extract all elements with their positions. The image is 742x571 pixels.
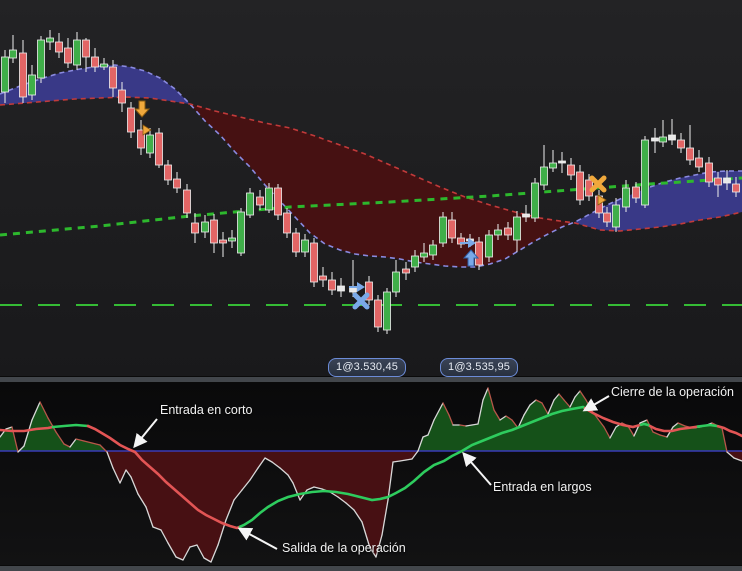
candle-body-g xyxy=(237,211,245,254)
panel-divider-edge2 xyxy=(0,382,742,383)
candle-body-r xyxy=(576,171,584,201)
candle-body-r xyxy=(210,219,218,244)
candle-body-r xyxy=(109,66,117,89)
candle-body-g xyxy=(28,74,36,96)
candle-body-g xyxy=(46,37,54,43)
candle-body-r xyxy=(91,56,99,68)
candle-body-r xyxy=(567,164,575,176)
candle-body-g xyxy=(549,162,557,169)
candle-body-r xyxy=(448,219,456,239)
candle-body-g xyxy=(146,134,154,154)
bottom-bar xyxy=(0,566,742,571)
candle-body-g xyxy=(513,216,521,241)
candle-body-r xyxy=(705,162,713,183)
signal-line-long xyxy=(51,423,90,429)
candle-body-g xyxy=(612,204,620,228)
candle-body-g xyxy=(485,234,493,258)
candle-body-g xyxy=(1,56,9,93)
annotation-trade-exit: Salida de la operación xyxy=(282,541,406,555)
candle-body-g xyxy=(659,136,667,143)
candle-body-r xyxy=(118,89,126,104)
candle-body-w xyxy=(651,137,659,142)
candle-body-g xyxy=(301,239,309,253)
candle-body-r xyxy=(686,147,694,161)
candle-body-r xyxy=(402,268,410,274)
candle-body-r xyxy=(714,177,722,186)
bottom-bar-edge xyxy=(0,565,742,566)
candle-body-r xyxy=(219,239,227,244)
order-label-buy[interactable]: 1@3.535,95 xyxy=(440,358,519,377)
signal-line-long xyxy=(696,423,720,428)
candle-body-r xyxy=(19,52,27,98)
candle-body-r xyxy=(695,157,703,168)
candle-body-w xyxy=(668,134,676,141)
candle-body-r xyxy=(319,275,327,281)
candle-body-r xyxy=(292,232,300,253)
candle-body-r xyxy=(632,186,640,199)
candle-body-r xyxy=(191,222,199,234)
annotation-short-entry: Entrada en corto xyxy=(160,403,253,417)
candle-body-r xyxy=(328,279,336,291)
order-label-sell[interactable]: 1@3.530,45 xyxy=(328,358,407,377)
candle-body-g xyxy=(540,166,548,186)
candle-body-r xyxy=(173,178,181,189)
candle-body-g xyxy=(429,244,437,256)
candle-body-g xyxy=(37,39,45,79)
candle-body-r xyxy=(274,187,282,216)
annotation-long-entry: Entrada en largos xyxy=(493,480,592,494)
candle-body-r xyxy=(475,241,483,266)
candle-body-w xyxy=(723,177,731,184)
candle-body-g xyxy=(439,216,447,244)
candle-body-r xyxy=(64,47,72,64)
candle-body-r xyxy=(155,132,163,166)
signal-line-long xyxy=(639,422,652,428)
candle-body-r xyxy=(283,212,291,234)
candle-body-g xyxy=(622,187,630,208)
candle-body-r xyxy=(82,39,90,58)
candle-body-r xyxy=(374,299,382,328)
candle-body-g xyxy=(265,187,273,211)
candle-body-g xyxy=(73,39,81,66)
annotation-trade-close: Cierre de la operación xyxy=(611,385,734,399)
candle-body-r xyxy=(310,242,318,283)
candle-body-g xyxy=(494,229,502,236)
candle-body-r xyxy=(127,107,135,133)
candle-body-g xyxy=(420,252,428,258)
candle-body-g xyxy=(383,291,391,331)
candle-body-w xyxy=(558,160,566,164)
candle-body-r xyxy=(504,227,512,236)
candle-body-g xyxy=(411,255,419,268)
candle-body-g xyxy=(392,271,400,293)
candle-body-r xyxy=(183,189,191,214)
candle-body-g xyxy=(531,182,539,219)
candle-body-g xyxy=(9,49,17,59)
candle-body-g xyxy=(100,63,108,68)
panel-divider[interactable] xyxy=(0,376,742,383)
trading-chart-window: 1@3.530,45 1@3.535,95 Entrada en corto C… xyxy=(0,0,742,571)
candle-body-r xyxy=(603,212,611,223)
candle-body-g xyxy=(201,221,209,233)
candle-body-w xyxy=(337,285,345,292)
candle-body-r xyxy=(677,139,685,149)
chart-canvas xyxy=(0,0,742,571)
candle-body-r xyxy=(256,196,264,206)
candle-body-w xyxy=(522,213,530,218)
candle-body-g xyxy=(228,237,236,242)
candle-body-r xyxy=(55,41,63,53)
candle-body-g xyxy=(641,139,649,206)
candle-body-r xyxy=(164,164,172,181)
candle-body-r xyxy=(732,183,740,193)
candle-body-g xyxy=(246,192,254,216)
